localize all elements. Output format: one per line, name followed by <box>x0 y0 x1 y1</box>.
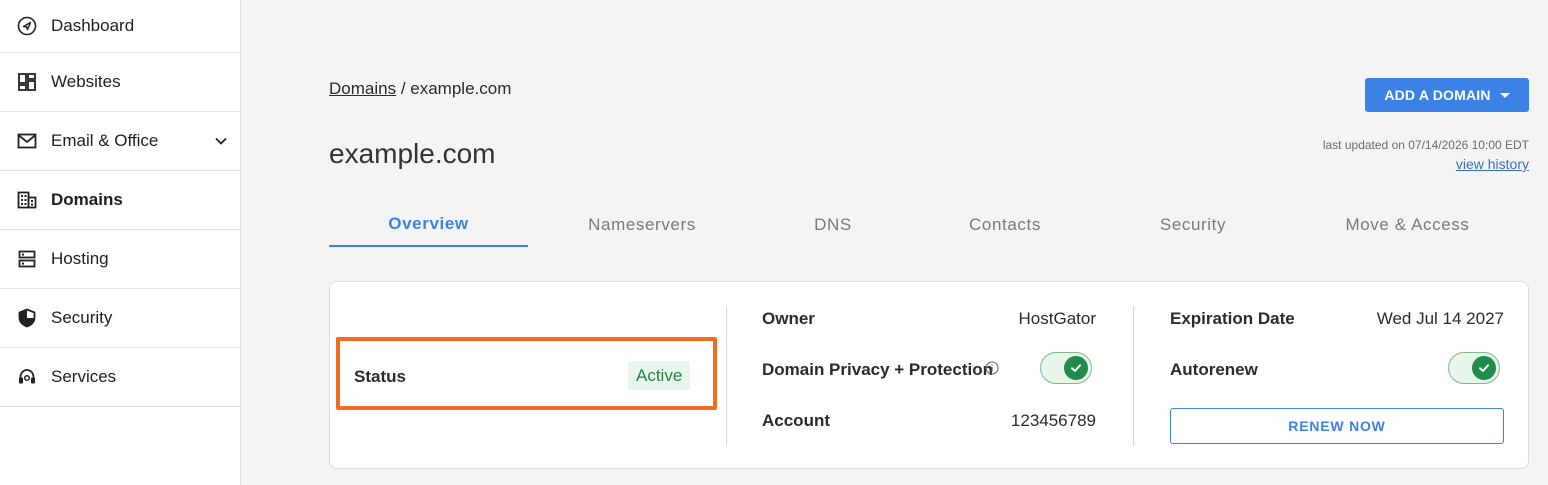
page-title: example.com <box>329 138 496 169</box>
sidebar: Dashboard Websites Email & Office Domain… <box>0 0 241 485</box>
tab-dns[interactable]: DNS <box>756 202 910 247</box>
last-updated-text: last updated on 07/14/2026 10:00 EDT <box>1322 138 1529 152</box>
sidebar-item-label: Domains <box>51 190 123 209</box>
tab-nameservers[interactable]: Nameservers <box>528 202 756 247</box>
breadcrumb: Domains / example.com <box>329 79 511 99</box>
tab-contacts[interactable]: Contacts <box>910 202 1100 247</box>
sidebar-item-label: Services <box>51 367 117 386</box>
account-label: Account <box>762 411 830 430</box>
privacy-label: Domain Privacy + Protection <box>762 360 993 379</box>
tab-bar: Overview Nameservers DNS Contacts Securi… <box>329 202 1529 247</box>
expiration-label: Expiration Date <box>1170 309 1295 328</box>
tab-move-access[interactable]: Move & Access <box>1286 202 1529 247</box>
column-divider <box>1133 306 1134 446</box>
building-icon <box>16 189 38 211</box>
sidebar-item-domains[interactable]: Domains <box>0 171 240 230</box>
sidebar-item-services[interactable]: Services <box>0 348 240 407</box>
checkmark-icon <box>1472 356 1496 380</box>
sidebar-item-websites[interactable]: Websites <box>0 53 240 112</box>
view-history-link[interactable]: view history <box>1456 156 1529 172</box>
breadcrumb-link-domains[interactable]: Domains <box>329 79 396 98</box>
sidebar-item-email-office[interactable]: Email & Office <box>0 112 240 171</box>
autorenew-toggle[interactable] <box>1448 352 1500 384</box>
sidebar-item-label: Hosting <box>51 249 109 268</box>
privacy-toggle[interactable] <box>1040 352 1092 384</box>
sidebar-item-label: Email & Office <box>51 131 159 150</box>
grid-icon <box>16 71 38 93</box>
status-badge: Active <box>628 361 691 390</box>
renew-now-button[interactable]: RENEW NOW <box>1170 408 1504 444</box>
chevron-down-icon[interactable] <box>214 134 228 148</box>
sidebar-item-label: Dashboard <box>51 16 135 35</box>
domain-overview-card: Status Active Owner HostGator Domain Pri… <box>329 281 1529 469</box>
breadcrumb-separator: / <box>396 79 411 98</box>
owner-label: Owner <box>762 309 815 328</box>
column-divider <box>726 306 727 446</box>
account-value: 123456789 <box>1010 411 1096 430</box>
status-label: Status <box>354 367 406 386</box>
breadcrumb-current: example.com <box>410 79 512 98</box>
add-domain-button[interactable]: ADD A DOMAIN <box>1365 78 1529 112</box>
sidebar-item-hosting[interactable]: Hosting <box>0 230 240 289</box>
autorenew-label: Autorenew <box>1170 360 1258 379</box>
checkmark-icon <box>1064 356 1088 380</box>
sidebar-item-dashboard[interactable]: Dashboard <box>0 0 240 53</box>
main-content: Domains / example.com ADD A DOMAIN examp… <box>241 0 1548 485</box>
sidebar-item-label: Security <box>51 308 113 327</box>
expiration-value: Wed Jul 14 2027 <box>1376 309 1504 328</box>
compass-icon <box>16 15 38 37</box>
tab-security[interactable]: Security <box>1100 202 1286 247</box>
envelope-icon <box>16 130 38 152</box>
server-icon <box>16 248 38 270</box>
add-domain-label: ADD A DOMAIN <box>1384 87 1491 103</box>
sidebar-item-label: Websites <box>51 72 121 91</box>
sidebar-item-security[interactable]: Security <box>0 289 240 348</box>
caret-down-icon <box>1499 92 1510 98</box>
shield-icon <box>16 307 38 329</box>
tab-overview[interactable]: Overview <box>329 202 528 247</box>
headset-icon <box>16 366 38 388</box>
owner-value: HostGator <box>1018 309 1096 328</box>
info-icon[interactable] <box>985 361 999 375</box>
